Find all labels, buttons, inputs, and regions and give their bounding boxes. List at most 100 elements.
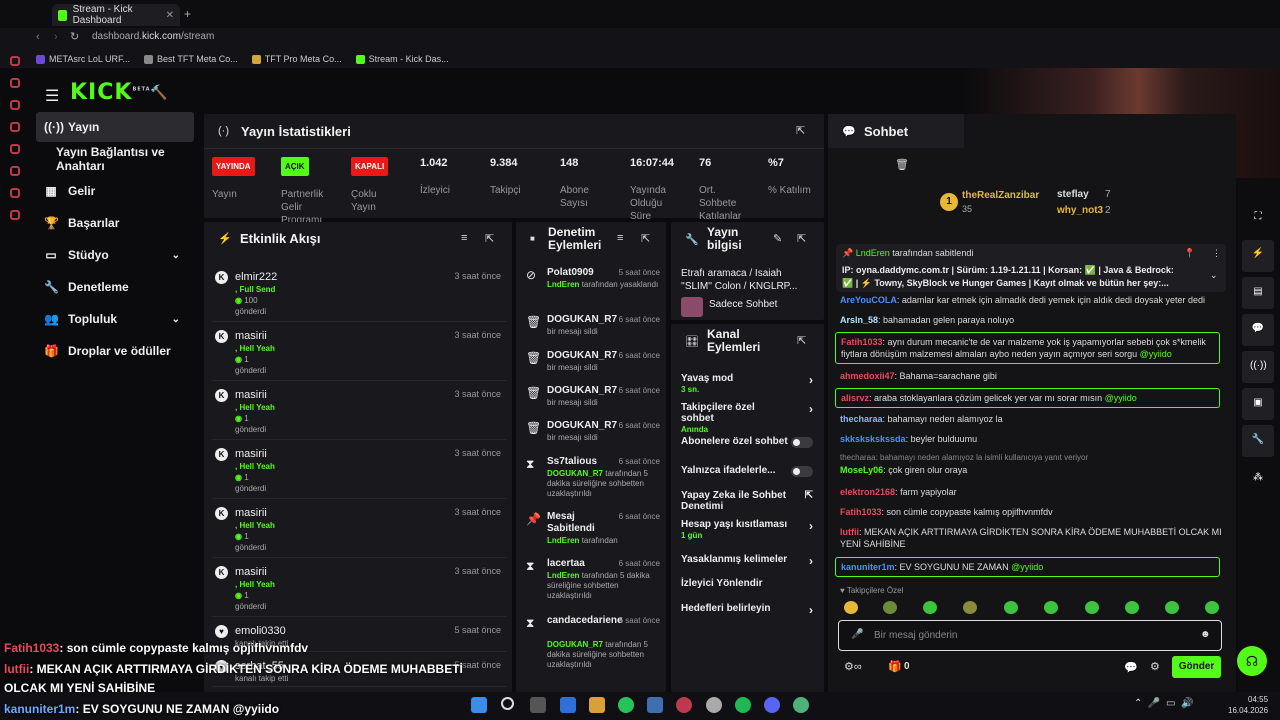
bookmark-item[interactable]: Best TFT Meta Co... xyxy=(144,54,238,64)
gear-icon[interactable]: ⚙ xyxy=(1150,660,1160,673)
emote-icon[interactable] xyxy=(1085,601,1099,614)
chat-message[interactable]: MoseLy06: çok giren olur oraya xyxy=(840,464,1225,476)
emote-icon[interactable] xyxy=(1205,601,1219,614)
sidebar-item-denetleme[interactable]: 🔧 Denetleme xyxy=(36,272,194,302)
sidebar-item-basarilar[interactable]: 🏆 Başarılar xyxy=(36,208,194,238)
taskbar-app-icon[interactable] xyxy=(647,697,663,713)
chat-message[interactable]: AreYouCOLA: adamlar kar etmek için almad… xyxy=(840,294,1225,306)
chat-username[interactable]: lutfii xyxy=(840,527,859,537)
folder-icon[interactable] xyxy=(589,697,605,713)
chat-username[interactable]: thecharaa xyxy=(840,414,883,424)
channel-action-item[interactable]: Yapay Zeka ile Sohbet Denetimi ⇱ xyxy=(681,490,813,512)
moderation-user[interactable]: Mesaj Sabitlendi xyxy=(547,511,617,535)
sidebar-item-stream-key[interactable]: Yayın Bağlantısı ve Anahtarı xyxy=(48,144,206,174)
popout-icon[interactable]: ⇱ xyxy=(796,124,805,137)
moderation-user[interactable]: Polat0909 xyxy=(547,267,617,279)
emoji-picker-icon[interactable]: ☻ xyxy=(1200,629,1211,640)
filter-icon[interactable]: ≡ xyxy=(617,232,623,244)
chat-message[interactable]: alisrvz: araba stoklayanlara çözüm gelic… xyxy=(835,388,1220,408)
gift-icon[interactable]: 🎁 xyxy=(888,660,902,673)
settings-cluster-icon[interactable]: ⚙∞ xyxy=(844,660,862,673)
leaderboard-user[interactable]: why_not3 xyxy=(1057,205,1103,216)
windows-start-icon[interactable] xyxy=(471,697,487,713)
hammer-icon[interactable]: 🔨 xyxy=(150,84,167,101)
back-icon[interactable]: ‹ xyxy=(36,31,40,43)
opera-icon[interactable] xyxy=(676,697,692,713)
channel-action-item[interactable]: Yasaklanmış kelimeler › xyxy=(681,554,813,568)
sidebar-item-studyo[interactable]: ▭ Stüdyo ⌄ xyxy=(36,240,194,270)
sidebar-item-topluluk[interactable]: 👥 Topluluk ⌄ xyxy=(36,304,194,334)
toggle-switch[interactable] xyxy=(791,437,813,448)
chat-message[interactable]: kanuniter1m: EV SOYGUNU NE ZAMAN @yyiido xyxy=(835,557,1220,577)
rail-app-icon[interactable] xyxy=(10,188,20,198)
apps-icon[interactable]: ⁂ xyxy=(1250,472,1266,488)
moderation-user[interactable]: DOGUKAN_R7 xyxy=(547,420,617,432)
edit-icon[interactable]: ✎ xyxy=(773,232,782,245)
channel-action-item[interactable]: Yalnızca ifadelerle... xyxy=(681,465,813,477)
chat-username[interactable]: ahmedoxii47 xyxy=(840,371,895,381)
channel-action-item[interactable]: Hesap yaşı kısıtlaması 1 gün › xyxy=(681,519,813,540)
browser-tab[interactable]: Stream - Kick Dashboard ✕ xyxy=(52,4,180,26)
sidebar-item-gelir[interactable]: ▦ Gelir xyxy=(36,176,194,206)
taskbar-app-icon[interactable] xyxy=(560,697,576,713)
moderator-name[interactable]: LndEren xyxy=(547,536,579,545)
moderation-user[interactable]: DOGUKAN_R7 xyxy=(547,385,617,397)
emote-icon[interactable] xyxy=(963,601,977,614)
close-tab-icon[interactable]: ✕ xyxy=(166,10,174,21)
chat-username[interactable]: MoseLy06 xyxy=(840,465,883,475)
send-button[interactable]: Gönder xyxy=(1172,656,1221,678)
activity-user[interactable]: masirii xyxy=(235,330,267,342)
activity-user[interactable]: masirii xyxy=(235,507,267,519)
support-icon[interactable]: ☊ xyxy=(1237,646,1267,676)
stream-category[interactable]: Sadece Sohbet xyxy=(709,299,777,310)
filter-icon[interactable]: ≡ xyxy=(461,232,467,244)
chat-username[interactable]: Fatih1033 xyxy=(841,337,883,347)
rail-app-icon[interactable] xyxy=(10,144,20,154)
whatsapp-icon[interactable] xyxy=(618,697,634,713)
moderation-user[interactable]: DOGUKAN_R7 xyxy=(547,314,617,326)
emote-icon[interactable] xyxy=(1165,601,1179,614)
activity-user[interactable]: emoli0330 xyxy=(235,625,286,637)
fullscreen-icon[interactable]: ⛶ xyxy=(1250,211,1266,227)
bookmark-item[interactable]: Stream - Kick Das... xyxy=(355,54,449,64)
activity-user[interactable]: masirii xyxy=(235,389,267,401)
chat-message[interactable]: Fatih1033: son cümle copypaste kalmış op… xyxy=(840,506,1225,518)
moderator-name[interactable]: DOGUKAN_R7 xyxy=(547,640,603,649)
chat-message[interactable]: elektron2168: farm yapiyolar xyxy=(840,486,1225,498)
moderator-name[interactable]: DOGUKAN_R7 xyxy=(547,469,603,478)
rail-app-icon[interactable] xyxy=(10,56,20,66)
moderator-name[interactable]: LndEren xyxy=(547,571,579,580)
channel-action-item[interactable]: Abonelere özel sohbet xyxy=(681,436,813,448)
taskbar-app-icon[interactable] xyxy=(706,697,722,713)
search-icon[interactable] xyxy=(501,697,514,710)
rail-app-icon[interactable] xyxy=(10,78,20,88)
leaderboard-user[interactable]: steflay xyxy=(1057,189,1089,200)
rail-app-icon[interactable] xyxy=(10,122,20,132)
activity-user[interactable]: masirii xyxy=(235,566,267,578)
channel-action-item[interactable]: Takipçilere özel sohbet Anında › xyxy=(681,402,813,434)
channel-action-item[interactable]: Yavaş mod 3 sn. › xyxy=(681,373,813,394)
chevron-down-icon[interactable]: ⌄ xyxy=(1210,270,1218,281)
chat-username[interactable]: Arsln_58 xyxy=(840,315,878,325)
popout-icon[interactable]: ⇱ xyxy=(485,232,494,245)
new-tab-icon[interactable]: + xyxy=(184,7,191,21)
sidebar-item-droplar[interactable]: 🎁 Droplar ve ödüller xyxy=(36,336,194,366)
chat-mention[interactable]: @yyiido xyxy=(1105,393,1137,403)
trash-icon[interactable]: 🗑 xyxy=(895,158,909,171)
rail-app-icon[interactable] xyxy=(10,100,20,110)
chat-username[interactable]: Fatih1033 xyxy=(840,507,882,517)
sidebar-item-yayin[interactable]: ((·)) Yayın xyxy=(36,112,194,142)
bookmark-item[interactable]: TFT Pro Meta Co... xyxy=(251,54,342,64)
moderation-user[interactable]: lacertaa xyxy=(547,558,617,570)
moderator-name[interactable]: LndEren xyxy=(547,280,579,289)
chat-mention[interactable]: @yyiido xyxy=(1011,562,1043,572)
emote-icon[interactable] xyxy=(1004,601,1018,614)
chat-mention[interactable]: @yyiido xyxy=(1140,349,1172,359)
toggle-switch[interactable] xyxy=(791,466,813,477)
clock[interactable]: 04:55 16.04.2026 xyxy=(1228,694,1268,716)
chat-message[interactable]: lutfii: MEKAN AÇIK ARTTIRMAYA GİRDİKTEN … xyxy=(840,526,1225,550)
emote-icon[interactable] xyxy=(883,601,897,614)
url-field[interactable]: dashboard.kick.com/stream xyxy=(92,31,214,42)
chat-username[interactable]: alisrvz xyxy=(841,393,869,403)
moderation-user[interactable]: candacedariene xyxy=(547,615,623,627)
